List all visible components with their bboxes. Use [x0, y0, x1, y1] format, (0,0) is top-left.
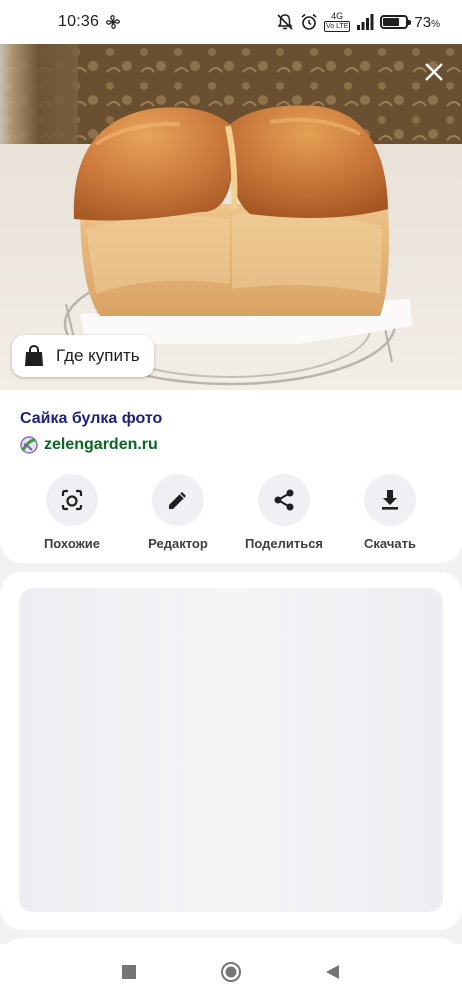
shopping-bag-icon: [25, 345, 43, 366]
status-time: 10:36: [58, 13, 100, 30]
similar-button[interactable]: Похожие: [19, 474, 125, 551]
recents-button[interactable]: [117, 960, 141, 984]
action-circle: [152, 474, 204, 526]
share-label: Поделиться: [244, 536, 324, 551]
site-favicon-icon: [20, 436, 38, 454]
download-button[interactable]: Скачать: [337, 474, 443, 551]
info-card: Сайка булка фото zelengarden.ru Похожие: [0, 390, 462, 563]
battery-level: [383, 18, 400, 26]
where-to-buy-button[interactable]: Где купить: [12, 335, 154, 377]
back-triangle-icon: [326, 965, 339, 979]
action-circle: [258, 474, 310, 526]
back-button[interactable]: [321, 960, 345, 984]
battery-percent: 73%: [414, 13, 440, 31]
download-label: Скачать: [364, 536, 416, 551]
editor-label: Редактор: [148, 536, 208, 551]
related-card: [0, 572, 462, 930]
battery-icon: [380, 15, 412, 29]
action-row: Похожие Редактор Поделиться Скачать: [0, 474, 462, 551]
source-link[interactable]: zelengarden.ru: [20, 436, 158, 454]
mute-icon: [277, 14, 293, 30]
status-bar: 10:36 4G Vo LTE 73%: [0, 0, 462, 44]
home-circle-icon: [221, 962, 241, 982]
share-icon: [274, 489, 294, 511]
home-button[interactable]: [219, 960, 243, 984]
result-image[interactable]: Где купить: [0, 44, 462, 390]
system-nav-bar: [0, 944, 462, 1000]
alarm-icon: [301, 13, 317, 30]
square-icon: [122, 965, 136, 979]
share-button[interactable]: Поделиться: [231, 474, 337, 551]
status-icons: 4G Vo LTE 73%: [276, 12, 440, 32]
download-icon: [382, 490, 398, 510]
action-circle: [364, 474, 416, 526]
source-name: zelengarden.ru: [44, 436, 158, 453]
similar-label: Похожие: [43, 536, 101, 551]
close-icon[interactable]: [420, 58, 448, 86]
fan-icon: [106, 15, 120, 29]
result-title[interactable]: Сайка булка фото: [20, 410, 162, 428]
signal-icon: [357, 14, 374, 30]
network-label: 4G Vo LTE: [323, 11, 351, 32]
where-to-buy-label: Где купить: [56, 346, 140, 365]
pencil-icon: [169, 492, 186, 509]
action-circle: [46, 474, 98, 526]
loading-placeholder: [19, 588, 443, 912]
editor-button[interactable]: Редактор: [125, 474, 231, 551]
lens-icon: [61, 489, 83, 511]
